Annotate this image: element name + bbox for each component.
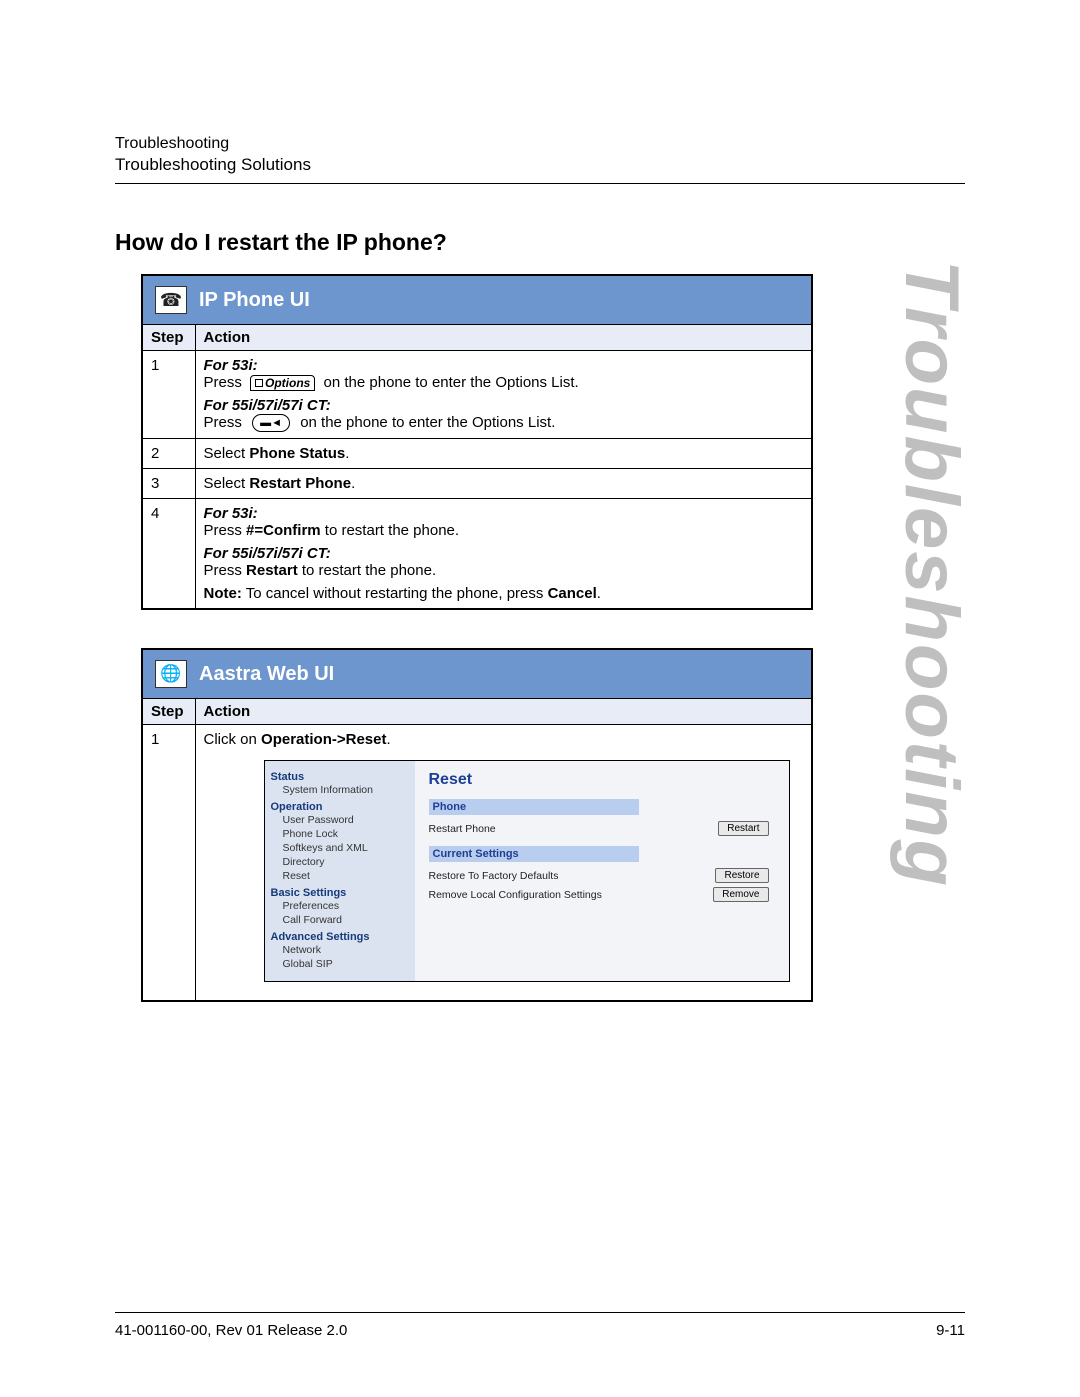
t: To cancel without restarting the phone, … xyxy=(242,585,548,602)
label-restore-defaults: Restore To Factory Defaults xyxy=(429,870,559,882)
press-suffix: on the phone to enter the Options List. xyxy=(324,374,579,391)
nav-item-reset[interactable]: Reset xyxy=(283,869,409,883)
press-text: Press xyxy=(204,374,242,391)
step-action: Click on Operation->Reset. Status System… xyxy=(195,725,811,1001)
table-row: 1 Click on Operation->Reset. Status Syst… xyxy=(143,725,811,1001)
nav-item-directory[interactable]: Directory xyxy=(283,855,409,869)
globe-icon xyxy=(155,660,187,688)
for-55i-label: For 55i/57i/57i CT: xyxy=(204,545,331,562)
section-current-settings: Current Settings xyxy=(429,846,639,862)
t: to restart the phone. xyxy=(298,562,436,579)
table-row: 4 For 53i: Press #=Confirm to restart th… xyxy=(143,499,811,609)
for-53i-label: For 53i: xyxy=(204,357,258,374)
table-row: 1 For 53i: Press Options on the phone to… xyxy=(143,351,811,439)
restart-button[interactable]: Restart xyxy=(718,821,768,836)
watermark-text: Troubleshooting xyxy=(888,260,975,888)
t: Select xyxy=(204,445,250,462)
procedure-web-ui: Aastra Web UI Step Action 1 Click on Ope… xyxy=(141,648,813,1002)
options-key-icon: Options xyxy=(250,375,315,391)
t: to restart the phone. xyxy=(321,522,459,539)
confirm-key-label: #=Confirm xyxy=(246,522,321,539)
web-page-title: Reset xyxy=(429,771,775,789)
row-restore-defaults: Restore To Factory Defaults Restore xyxy=(429,866,769,885)
col-step: Step xyxy=(143,699,195,725)
restart-phone-label: Restart Phone xyxy=(249,475,351,492)
options-key-label: Options xyxy=(265,376,310,390)
t: . xyxy=(345,445,349,462)
for-53i-label: For 53i: xyxy=(204,505,258,522)
nav-item-global-sip[interactable]: Global SIP xyxy=(283,957,409,971)
nav-item-phone-lock[interactable]: Phone Lock xyxy=(283,827,409,841)
step-action: For 53i: Press #=Confirm to restart the … xyxy=(195,499,811,609)
phone-status-label: Phone Status xyxy=(249,445,345,462)
nav-item-call-forward[interactable]: Call Forward xyxy=(283,913,409,927)
header-crumb-2: Troubleshooting Solutions xyxy=(115,155,965,175)
col-action: Action xyxy=(195,325,811,351)
header-rule xyxy=(115,183,965,184)
web-nav: Status System Information Operation User… xyxy=(265,761,415,981)
step-num: 2 xyxy=(143,439,195,469)
press-text-2: Press xyxy=(204,414,247,431)
t: . xyxy=(597,585,601,602)
restore-button[interactable]: Restore xyxy=(715,868,768,883)
col-step: Step xyxy=(143,325,195,351)
titlebar-ip-phone: IP Phone UI xyxy=(143,276,811,324)
step-num: 1 xyxy=(143,725,195,1001)
t: Click on xyxy=(204,731,262,748)
footer-rule xyxy=(115,1312,965,1313)
step-num: 3 xyxy=(143,469,195,499)
nav-cat-advanced-settings[interactable]: Advanced Settings xyxy=(271,931,409,943)
t: Select xyxy=(204,475,250,492)
table-ip-phone: Step Action 1 For 53i: Press Options on … xyxy=(143,324,811,608)
procedure-ip-phone: IP Phone UI Step Action 1 For 53i: Press… xyxy=(141,274,813,610)
section-phone: Phone xyxy=(429,799,639,815)
nav-cat-operation[interactable]: Operation xyxy=(271,801,409,813)
t: . xyxy=(386,731,390,748)
titlebar-web-ui: Aastra Web UI xyxy=(143,650,811,698)
for-55i-label: For 55i/57i/57i CT: xyxy=(204,397,331,414)
table-row: 3 Select Restart Phone. xyxy=(143,469,811,499)
note-label: Note: xyxy=(204,585,242,602)
press-suffix-2: on the phone to enter the Options List. xyxy=(300,414,555,431)
phone-icon xyxy=(155,286,187,314)
section-heading: How do I restart the IP phone? xyxy=(115,229,965,256)
nav-cat-basic-settings[interactable]: Basic Settings xyxy=(271,887,409,899)
footer-doc-id: 41-001160-00, Rev 01 Release 2.0 xyxy=(115,1322,347,1339)
label-remove-local: Remove Local Configuration Settings xyxy=(429,889,602,901)
web-ui-screenshot: Status System Information Operation User… xyxy=(264,760,790,982)
operation-reset-label: Operation->Reset xyxy=(261,731,386,748)
step-action: Select Phone Status. xyxy=(195,439,811,469)
remove-button[interactable]: Remove xyxy=(713,887,768,902)
label-restart-phone: Restart Phone xyxy=(429,823,496,835)
nav-item-softkeys-xml[interactable]: Softkeys and XML xyxy=(283,841,409,855)
titlebar-text-web-ui: Aastra Web UI xyxy=(199,663,334,686)
step-action: For 53i: Press Options on the phone to e… xyxy=(195,351,811,439)
web-main: Reset Phone Restart Phone Restart Curren… xyxy=(415,761,789,981)
t: . xyxy=(351,475,355,492)
step-action: Select Restart Phone. xyxy=(195,469,811,499)
nav-item-system-information[interactable]: System Information xyxy=(283,783,409,797)
table-row: 2 Select Phone Status. xyxy=(143,439,811,469)
header-crumb-1: Troubleshooting xyxy=(115,135,965,153)
step-num: 1 xyxy=(143,351,195,439)
footer-page-number: 9-11 xyxy=(936,1322,965,1339)
t: Press xyxy=(204,562,247,579)
titlebar-text-ip-phone: IP Phone UI xyxy=(199,289,310,312)
nav-item-preferences[interactable]: Preferences xyxy=(283,899,409,913)
nav-item-network[interactable]: Network xyxy=(283,943,409,957)
cancel-key-label: Cancel xyxy=(548,585,597,602)
nav-item-user-password[interactable]: User Password xyxy=(283,813,409,827)
table-web-ui: Step Action 1 Click on Operation->Reset.… xyxy=(143,698,811,1000)
restart-key-label: Restart xyxy=(246,562,298,579)
t: Press xyxy=(204,522,247,539)
step-num: 4 xyxy=(143,499,195,609)
menu-key-icon: ▬◄ xyxy=(252,414,290,432)
nav-cat-status[interactable]: Status xyxy=(271,771,409,783)
col-action: Action xyxy=(195,699,811,725)
row-remove-local: Remove Local Configuration Settings Remo… xyxy=(429,885,769,904)
row-restart-phone: Restart Phone Restart xyxy=(429,819,769,838)
